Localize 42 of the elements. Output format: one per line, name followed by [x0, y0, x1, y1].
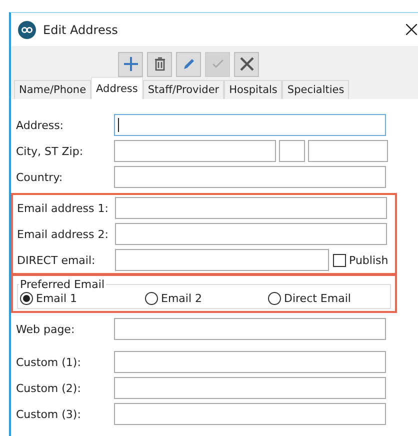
radio-option[interactable]: Email 1 — [20, 292, 145, 305]
input-field[interactable] — [114, 166, 386, 188]
input-field[interactable] — [114, 403, 386, 425]
radio-option[interactable]: Direct Email — [268, 292, 378, 305]
input-field[interactable] — [115, 249, 329, 271]
field-label: Country: — [16, 170, 64, 184]
field-label: Custom (1): — [16, 356, 82, 368]
close-icon[interactable] — [406, 24, 417, 35]
add-button[interactable] — [118, 52, 143, 76]
input-field[interactable] — [114, 377, 386, 399]
tab[interactable]: Staff/Provider — [142, 80, 224, 99]
input-field[interactable] — [114, 351, 386, 373]
tab[interactable]: Hospitals — [224, 80, 282, 99]
field-label: Custom (3): — [16, 408, 82, 420]
edit-button[interactable] — [176, 52, 201, 76]
plus-icon — [122, 56, 138, 72]
input-field[interactable] — [308, 140, 388, 162]
field-label: DIRECT email: — [17, 254, 96, 266]
window-title: Edit Address — [43, 22, 118, 36]
field-label: Custom (2): — [16, 382, 82, 394]
input-field[interactable] — [114, 318, 386, 340]
field-label: City, ST Zip: — [16, 144, 84, 158]
close-icon — [238, 56, 254, 72]
input-field[interactable] — [279, 140, 305, 162]
tab[interactable]: Specialties — [282, 80, 350, 99]
tab[interactable]: Address — [91, 77, 143, 99]
field-label: Email address 2: — [17, 228, 110, 240]
field-label: Web page: — [16, 322, 76, 336]
cancel-button[interactable] — [234, 52, 259, 76]
input-field[interactable] — [114, 114, 386, 136]
field-label: Email address 1: — [17, 202, 110, 214]
input-field[interactable] — [114, 140, 276, 162]
radio-option[interactable]: Email 2 — [145, 292, 268, 305]
delete-button[interactable] — [147, 52, 172, 76]
app-logo-icon — [18, 20, 36, 38]
group-legend: Preferred Email — [19, 278, 106, 291]
tab[interactable]: Name/Phone — [14, 80, 92, 99]
input-field[interactable] — [115, 223, 387, 245]
checkbox-label: Publish — [349, 254, 388, 266]
field-label: Address: — [16, 118, 65, 132]
input-field[interactable] — [115, 197, 387, 219]
checkbox[interactable] — [333, 254, 346, 266]
